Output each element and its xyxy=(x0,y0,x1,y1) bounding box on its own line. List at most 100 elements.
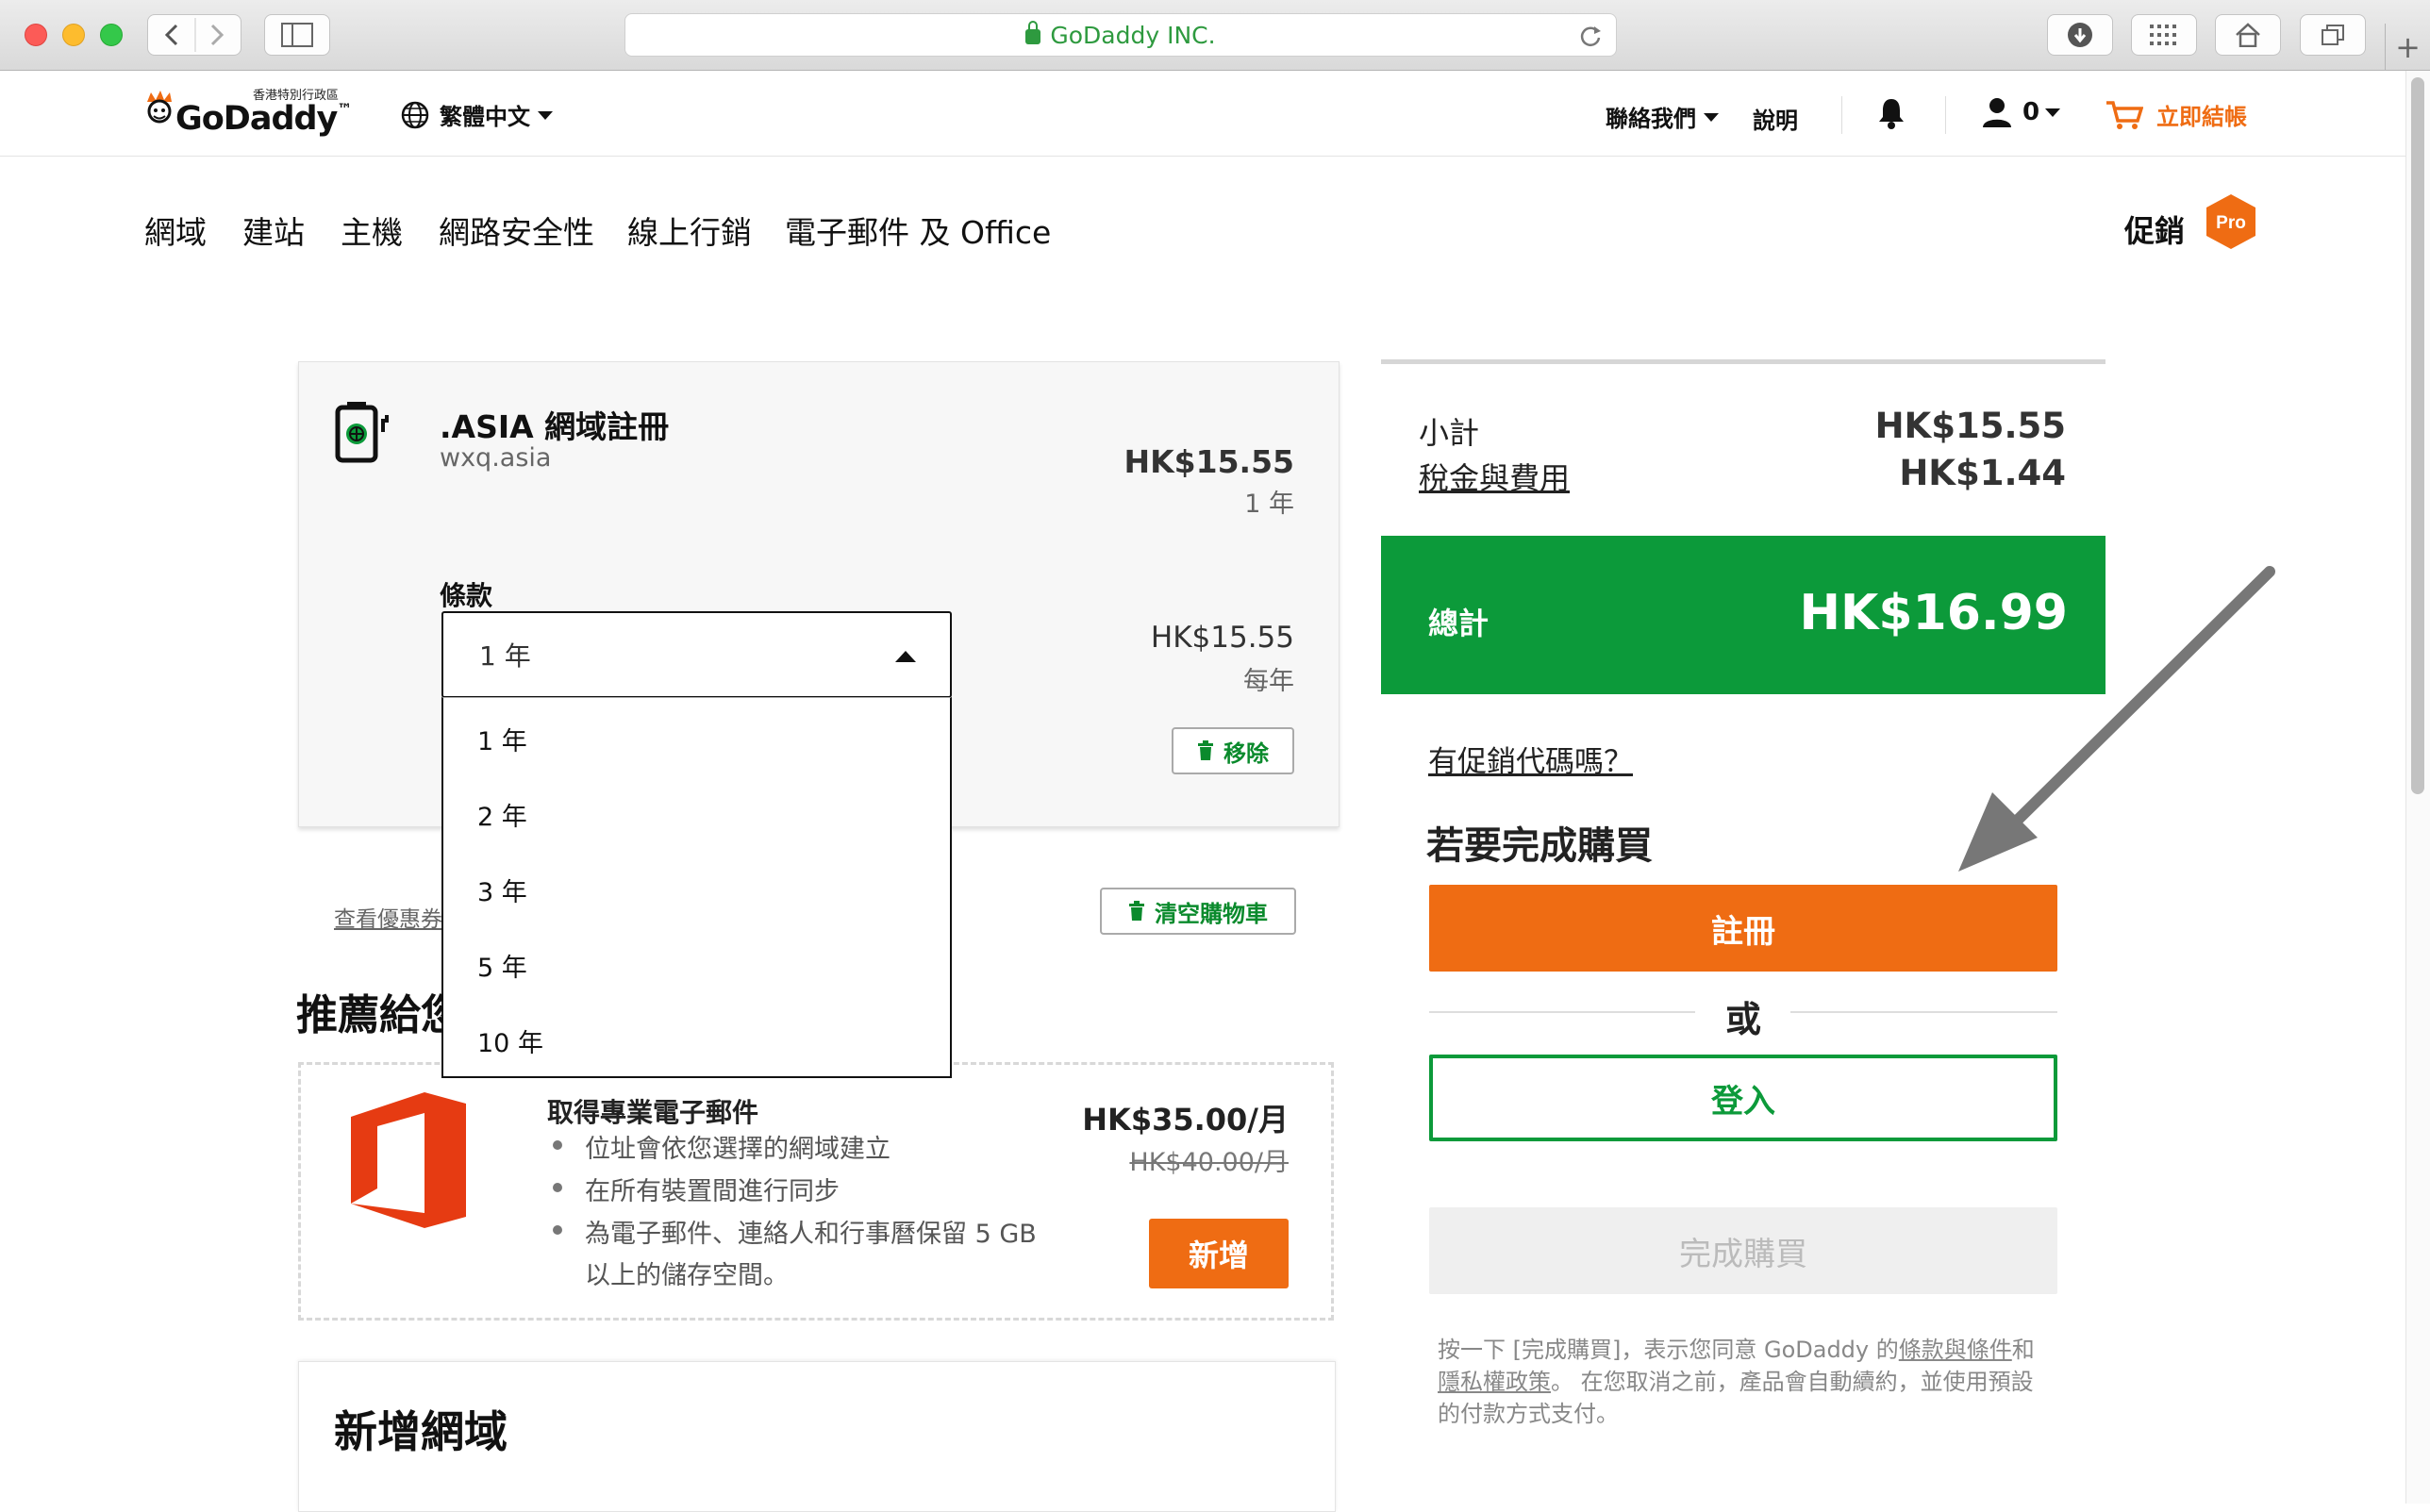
term-option[interactable]: 2 年 xyxy=(477,796,527,833)
renewal-price: HK$15.55 xyxy=(1150,621,1294,655)
promotions-link[interactable]: 促銷 xyxy=(2124,208,2185,251)
total-label: 總計 xyxy=(1428,606,1490,641)
scrollbar-thumb[interactable] xyxy=(2411,77,2424,794)
chevron-down-icon xyxy=(1704,112,1719,122)
recommended-bullet: 位址會依您選擇的網域建立 xyxy=(585,1135,890,1164)
browser-toolbar: GoDaddy INC. + xyxy=(0,0,2430,71)
top-sites-button[interactable] xyxy=(2131,14,2197,56)
coupon-link[interactable]: 查看優惠券 xyxy=(334,901,442,933)
complete-purchase-button[interactable]: 完成購買 xyxy=(1429,1207,2057,1294)
login-button[interactable]: 登入 xyxy=(1429,1055,2057,1141)
chevron-down-icon xyxy=(538,110,553,120)
term-label: 條款 xyxy=(440,580,493,611)
term-select[interactable]: 1 年 xyxy=(441,611,952,698)
checkout-label: 立即結帳 xyxy=(2156,104,2247,130)
globe-icon xyxy=(401,101,429,128)
promo-code-link[interactable]: 有促銷代碼嗎？ xyxy=(1428,738,1633,780)
taxes-fees-link[interactable]: 稅金與費用 xyxy=(1419,455,1570,498)
recommended-bullet-continued: 以上的儲存空間。 xyxy=(585,1261,789,1290)
site-header: 香港特別行政區 GoDaddy™ 繁體中文 聯絡我們 說明 0 立即結帳 xyxy=(0,72,2405,157)
nav-item-email-office[interactable]: 電子郵件 及 Office xyxy=(785,208,1051,253)
terms-text: 的付款方式支付。 xyxy=(1438,1401,1619,1427)
back-forward-buttons[interactable] xyxy=(147,14,241,56)
term-dropdown-list[interactable]: 1 年 2 年 3 年 5 年 10 年 xyxy=(441,697,952,1078)
help-link[interactable]: 說明 xyxy=(1753,102,1798,135)
account-count: 0 xyxy=(2022,98,2040,126)
term-selected-value: 1 年 xyxy=(479,640,531,672)
clear-cart-button[interactable]: 清空購物車 xyxy=(1100,888,1296,935)
godaddy-logo-icon xyxy=(147,91,172,124)
address-bar[interactable]: GoDaddy INC. xyxy=(624,13,1617,57)
new-tab-button[interactable]: + xyxy=(2385,24,2430,71)
bullet-point xyxy=(553,1140,562,1150)
close-window-button[interactable] xyxy=(25,24,47,46)
pro-badge[interactable]: Pro xyxy=(2204,192,2258,251)
checkout-link[interactable]: 立即結帳 xyxy=(2105,98,2247,131)
trash-icon xyxy=(1129,901,1144,921)
recommended-price: HK$35.00/月 xyxy=(1082,1102,1289,1138)
home-button[interactable] xyxy=(2215,14,2281,56)
downloads-button[interactable] xyxy=(2047,14,2113,56)
term-option[interactable]: 10 年 xyxy=(477,1022,543,1059)
register-button[interactable]: 註冊 xyxy=(1429,885,2057,972)
add-email-button[interactable]: 新增 xyxy=(1149,1219,1289,1288)
terms-text: 。 在您取消之前，產品會自動續約，並使用預設 xyxy=(1551,1369,2034,1395)
recommended-heading: 推薦給您 xyxy=(296,991,462,1039)
bullet-point xyxy=(553,1225,562,1235)
language-label: 繁體中文 xyxy=(440,104,530,130)
privacy-policy-link[interactable]: 隱私權政策 xyxy=(1438,1369,1551,1395)
or-text: 或 xyxy=(1724,999,1761,1040)
subtotal-label: 小計 xyxy=(1419,415,1480,451)
or-divider-left xyxy=(1429,1011,1695,1013)
minimize-window-button[interactable] xyxy=(62,24,85,46)
recommended-bullet: 為電子郵件、連絡人和行事曆保留 5 GB xyxy=(585,1220,1037,1249)
recommended-title: 取得專業電子郵件 xyxy=(547,1097,759,1128)
subtotal-value: HK$15.55 xyxy=(1874,406,2066,446)
add-domain-heading: 新增網域 xyxy=(334,1406,508,1457)
term-option[interactable]: 1 年 xyxy=(477,721,527,757)
sidebar-icon xyxy=(281,23,313,47)
bullet-point xyxy=(553,1183,562,1192)
nav-item-domains[interactable]: 網域 xyxy=(144,208,207,253)
home-icon xyxy=(2236,23,2260,47)
remove-button[interactable]: 移除 xyxy=(1172,727,1294,774)
reload-icon[interactable] xyxy=(1578,24,1603,48)
contact-us-label: 聯絡我們 xyxy=(1606,106,1696,132)
product-price: HK$15.55 xyxy=(1123,443,1294,480)
logo-trademark: ™ xyxy=(337,100,352,118)
bell-icon[interactable] xyxy=(1877,96,1906,130)
cart-icon xyxy=(2106,100,2143,129)
zoom-window-button[interactable] xyxy=(100,24,123,46)
domain-name: wxq.asia xyxy=(440,443,552,473)
domain-product-icon xyxy=(335,402,389,463)
remove-button-label: 移除 xyxy=(1223,739,1269,767)
clear-cart-label: 清空購物車 xyxy=(1155,900,1268,927)
product-title: .ASIA 網域註冊 xyxy=(440,408,670,445)
recommended-bullet: 在所有裝置間進行同步 xyxy=(585,1177,840,1206)
trash-icon xyxy=(1198,740,1213,760)
tabs-icon xyxy=(2322,25,2344,45)
logo-text[interactable]: GoDaddy™ xyxy=(175,100,352,138)
terms-text: 按一下 [完成購買]，表示您同意 GoDaddy 的 xyxy=(1438,1337,1899,1363)
order-summary-card xyxy=(1381,359,2105,535)
term-option[interactable]: 5 年 xyxy=(477,947,527,984)
nav-item-website[interactable]: 建站 xyxy=(242,208,305,253)
chevron-down-icon xyxy=(2045,108,2061,117)
term-option[interactable]: 3 年 xyxy=(477,872,527,908)
terms-conditions-link[interactable]: 條款與條件 xyxy=(1899,1337,2012,1363)
language-selector[interactable]: 繁體中文 xyxy=(400,98,553,131)
sidebar-toggle-button[interactable] xyxy=(264,14,330,56)
tabs-overview-button[interactable] xyxy=(2300,14,2366,56)
pro-badge-label: Pro xyxy=(2216,213,2246,233)
terms-notice: 按一下 [完成購買]，表示您同意 GoDaddy 的條款與條件和 隱私權政策。 … xyxy=(1438,1334,2079,1430)
tax-value: HK$1.44 xyxy=(1899,453,2066,493)
or-divider-right xyxy=(1790,1011,2057,1013)
grid-icon xyxy=(2150,25,2176,45)
nav-item-marketing[interactable]: 線上行銷 xyxy=(627,208,752,253)
contact-us-menu[interactable]: 聯絡我們 xyxy=(1606,100,1719,133)
nav-item-security[interactable]: 網路安全性 xyxy=(439,208,594,253)
account-menu[interactable]: 0 xyxy=(1981,96,2061,128)
header-divider xyxy=(1945,96,1946,134)
nav-item-hosting[interactable]: 主機 xyxy=(341,208,403,253)
user-icon xyxy=(1983,98,2011,127)
